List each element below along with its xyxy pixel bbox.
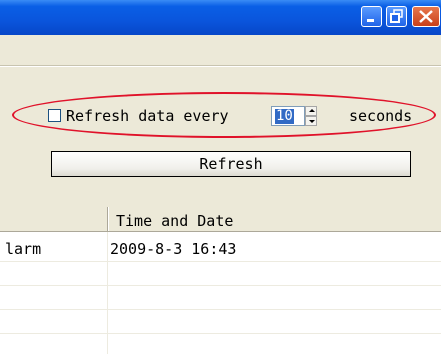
column-divider-highlight xyxy=(108,207,109,231)
minimize-button[interactable] xyxy=(361,6,382,27)
restore-button[interactable] xyxy=(386,6,407,27)
arrow-down-icon xyxy=(309,120,315,123)
minimize-icon xyxy=(367,19,374,22)
table-cell-name[interactable]: larm xyxy=(5,240,41,258)
seconds-label: seconds xyxy=(349,107,413,125)
refresh-checkbox[interactable] xyxy=(48,109,61,122)
row-line xyxy=(0,309,441,310)
spin-down-button[interactable] xyxy=(305,116,317,126)
arrow-up-icon xyxy=(309,109,315,112)
refresh-button[interactable]: Refresh xyxy=(51,151,411,177)
interval-input[interactable]: 10 xyxy=(271,106,305,126)
column-line xyxy=(107,232,108,354)
row-line xyxy=(0,285,441,286)
menu-bar xyxy=(0,35,441,66)
refresh-checkbox-label: Refresh data every xyxy=(66,107,229,125)
close-icon xyxy=(419,10,433,23)
interval-value: 10 xyxy=(275,108,294,124)
interval-spinner xyxy=(305,106,317,126)
row-line xyxy=(0,261,441,262)
table-cell-time[interactable]: 2009-8-3 16:43 xyxy=(110,240,236,258)
row-line xyxy=(0,333,441,334)
restore-icon xyxy=(390,9,403,23)
spin-up-button[interactable] xyxy=(305,106,317,116)
column-header-time[interactable]: Time and Date xyxy=(116,212,233,230)
close-button[interactable] xyxy=(412,6,440,27)
title-bar xyxy=(0,0,441,35)
